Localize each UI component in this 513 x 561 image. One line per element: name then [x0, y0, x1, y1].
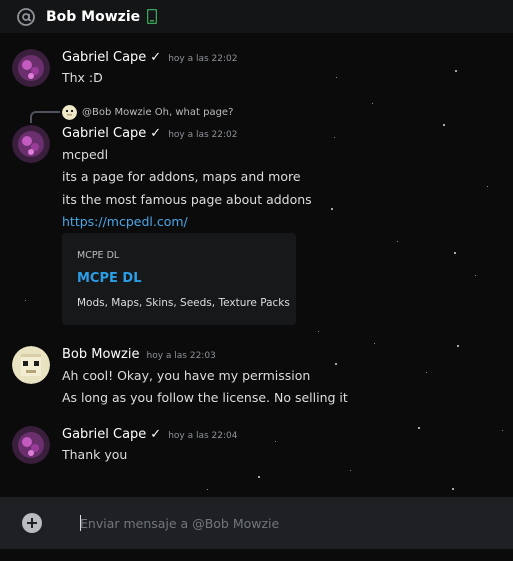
message-timestamp: hoy a las 22:02: [168, 130, 238, 140]
message-text: Ah cool! Okay, you have my permission: [62, 368, 311, 383]
avatar[interactable]: [12, 49, 50, 87]
avatar[interactable]: [12, 346, 50, 384]
embed-title-link[interactable]: MCPE DL: [77, 271, 142, 286]
message-author[interactable]: Gabriel Cape: [62, 427, 146, 442]
avatar[interactable]: [12, 125, 50, 163]
message-author[interactable]: Gabriel Cape: [62, 50, 146, 65]
message-link[interactable]: https://mcpedl.com/: [62, 214, 188, 229]
embed-provider: MCPE DL: [77, 250, 120, 261]
add-attachment-button[interactable]: [22, 513, 42, 533]
text-caret: [80, 515, 81, 531]
dm-header: Bob Mowzie: [0, 0, 513, 33]
verified-check-icon: ✓: [150, 427, 162, 442]
message-composer: [0, 497, 513, 549]
message-text: mcpedl: [62, 147, 109, 162]
message-text: As long as you follow the license. No se…: [62, 390, 348, 405]
reply-text: @Bob Mowzie Oh, what page?: [82, 107, 234, 118]
at-sign-icon: [17, 7, 35, 26]
reply-preview[interactable]: @Bob Mowzie Oh, what page?: [62, 105, 233, 120]
message-timestamp: hoy a las 22:03: [146, 351, 216, 361]
plus-circle-icon: [27, 518, 37, 528]
link-embed: MCPE DL MCPE DL Mods, Maps, Skins, Seeds…: [62, 233, 296, 325]
message-timestamp: hoy a las 22:04: [168, 431, 238, 441]
message-text: Thx :D: [62, 70, 103, 85]
message-text: its a page for addons, maps and more: [62, 169, 301, 184]
message-author[interactable]: Gabriel Cape: [62, 126, 146, 141]
reply-avatar: [62, 105, 77, 120]
dm-recipient-name[interactable]: Bob Mowzie: [46, 9, 140, 25]
verified-check-icon: ✓: [150, 126, 162, 141]
message-text: Thank you: [62, 447, 128, 462]
reply-connector: [30, 111, 60, 123]
message-author[interactable]: Bob Mowzie: [62, 347, 140, 362]
message-timestamp: hoy a las 22:02: [168, 54, 238, 64]
avatar[interactable]: [12, 426, 50, 464]
verified-check-icon: ✓: [150, 50, 162, 65]
message-input[interactable]: [80, 513, 490, 533]
mobile-online-icon: [147, 9, 158, 24]
embed-description: Mods, Maps, Skins, Seeds, Texture Packs: [77, 297, 290, 309]
message-text: its the most famous page about addons: [62, 192, 312, 207]
